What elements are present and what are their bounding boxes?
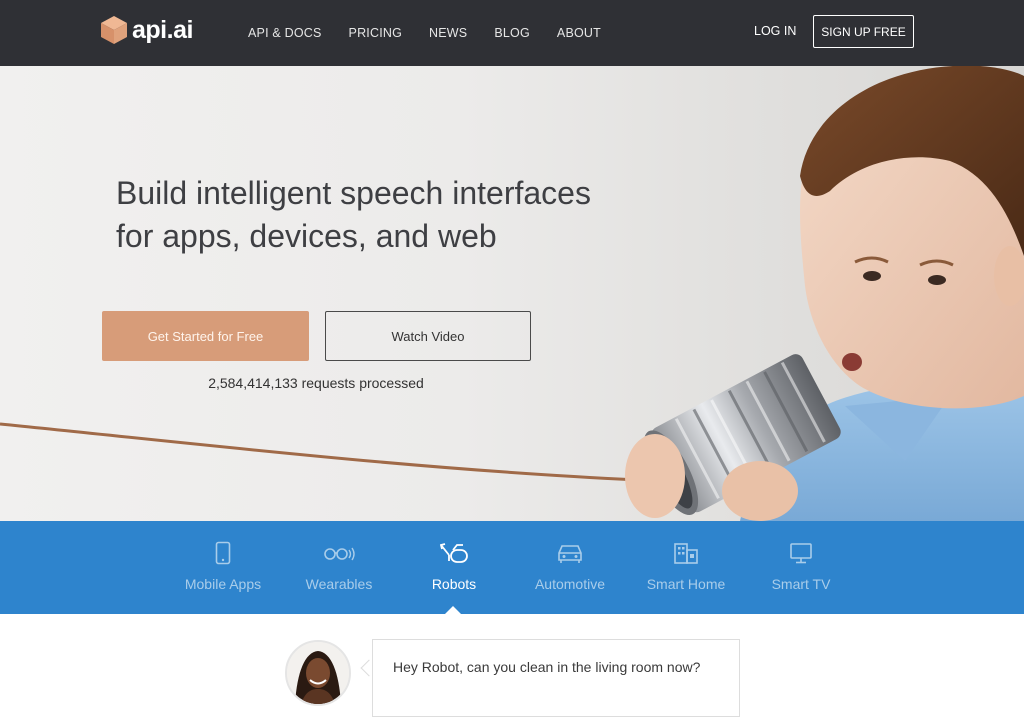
- hero-photo-boy-tin-can-phone: [0, 66, 1024, 521]
- avatar: [285, 640, 351, 706]
- watch-video-button[interactable]: Watch Video: [325, 311, 531, 361]
- nav-api-docs[interactable]: API & DOCS: [248, 26, 322, 40]
- hero-headline: Build intelligent speech interfaces for …: [116, 172, 676, 258]
- tab-label: Smart Home: [646, 576, 726, 592]
- car-icon: [558, 545, 582, 563]
- chat-message: Hey Robot, can you clean in the living r…: [393, 659, 701, 675]
- category-tabs: Mobile Apps Wearables Robots Automotive …: [0, 521, 1024, 614]
- tab-label: Mobile Apps: [184, 576, 262, 592]
- get-started-button[interactable]: Get Started for Free: [102, 311, 309, 361]
- headline-line-2: for apps, devices, and web: [116, 218, 497, 254]
- tab-wearables[interactable]: Wearables: [281, 521, 397, 614]
- requests-counter: 2,584,414,133 requests processed: [208, 375, 424, 391]
- top-navigation: api.ai API & DOCS PRICING NEWS BLOG ABOU…: [0, 0, 1024, 66]
- main-nav: API & DOCS PRICING NEWS BLOG ABOUT: [248, 0, 628, 66]
- logo-cube-icon: [101, 16, 127, 44]
- tab-smart-home[interactable]: Smart Home: [628, 521, 744, 614]
- mobile-icon: [215, 541, 231, 565]
- login-link[interactable]: LOG IN: [754, 24, 796, 38]
- tab-robots[interactable]: Robots: [396, 521, 512, 614]
- chat-bubble: Hey Robot, can you clean in the living r…: [372, 639, 740, 717]
- tab-label: Automotive: [534, 576, 606, 592]
- tab-label: Robots: [431, 576, 477, 592]
- glasses-icon: [324, 547, 355, 561]
- logo-text: api.ai: [132, 15, 193, 44]
- signup-button[interactable]: SIGN UP FREE: [813, 15, 914, 48]
- robot-icon: [439, 543, 468, 563]
- tab-label: Smart TV: [771, 576, 831, 592]
- nav-blog[interactable]: BLOG: [494, 26, 530, 40]
- tv-icon: [790, 543, 812, 564]
- chat-preview: Hey Robot, can you clean in the living r…: [0, 614, 1024, 722]
- tab-label: Wearables: [305, 576, 373, 592]
- user-avatar-photo: [287, 642, 349, 704]
- tab-automotive[interactable]: Automotive: [512, 521, 628, 614]
- nav-pricing[interactable]: PRICING: [349, 26, 403, 40]
- tab-mobile-apps[interactable]: Mobile Apps: [165, 521, 281, 614]
- api-ai-logo[interactable]: api.ai: [100, 12, 193, 48]
- headline-line-1: Build intelligent speech interfaces: [116, 175, 591, 211]
- tab-smart-tv[interactable]: Smart TV: [743, 521, 859, 614]
- nav-about[interactable]: ABOUT: [557, 26, 601, 40]
- hero-section: Build intelligent speech interfaces for …: [0, 66, 1024, 521]
- nav-news[interactable]: NEWS: [429, 26, 467, 40]
- home-icon: [674, 543, 698, 564]
